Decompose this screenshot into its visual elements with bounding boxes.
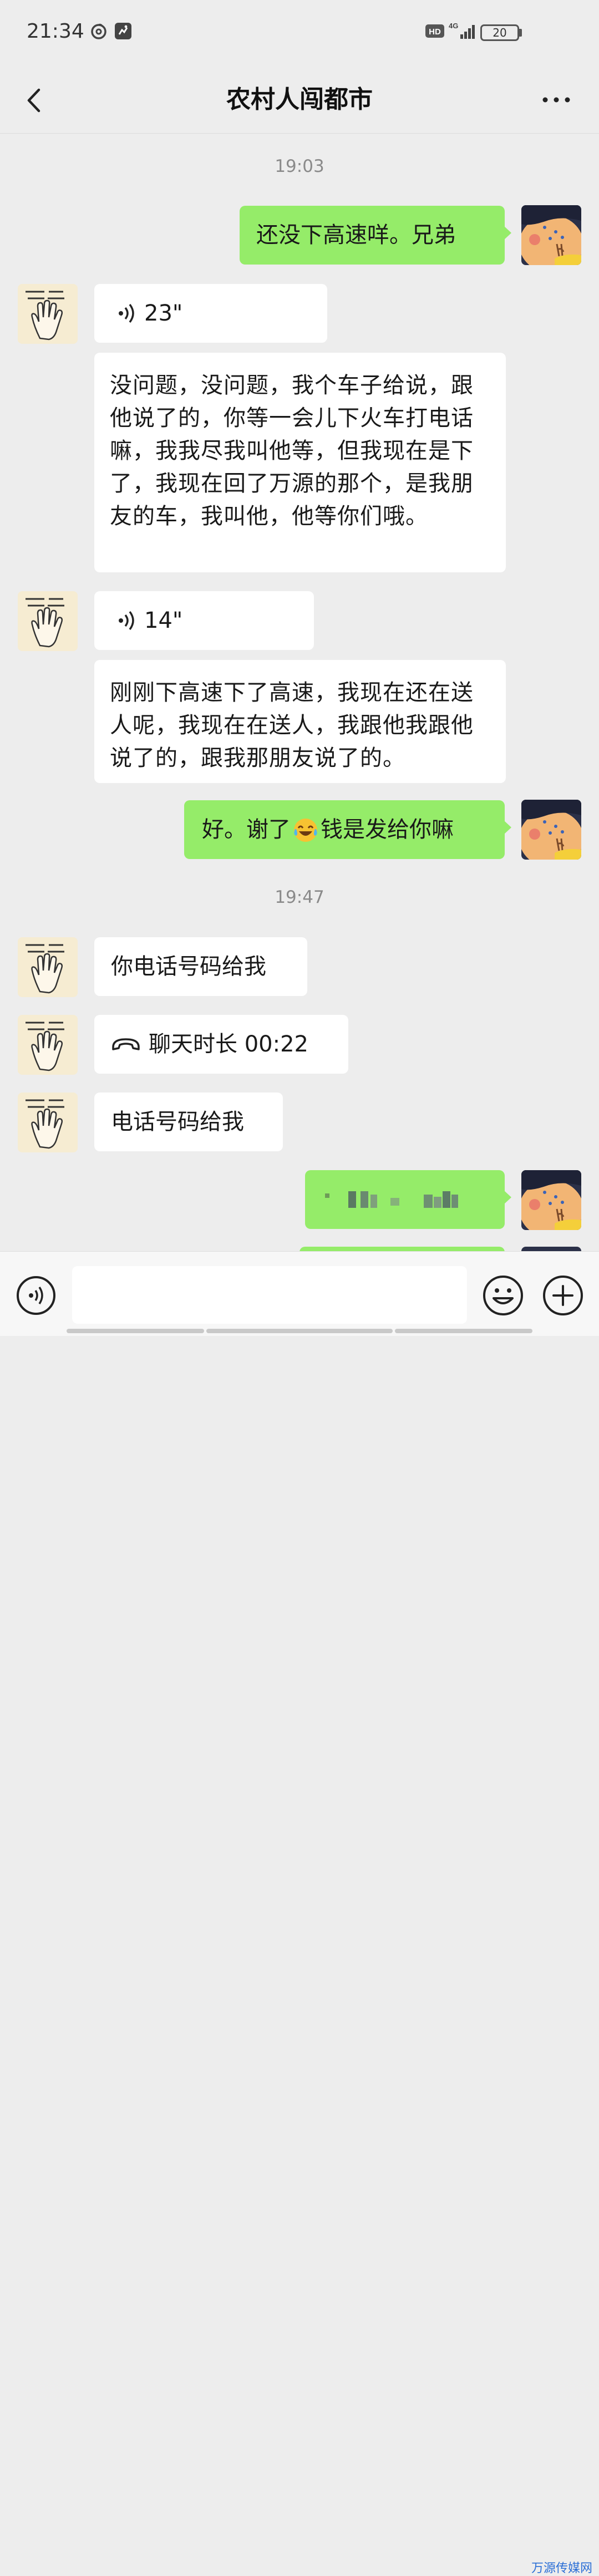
voice-transcript-bubble[interactable]: 刚刚下高速下了高速，我现在还在送人呢，我现在在送人，我跟他我跟他说了的，跟我那朋… bbox=[94, 660, 506, 783]
chat-timestamp: 19:03 bbox=[275, 156, 324, 176]
received-message-bubble[interactable]: 电话号码给我 bbox=[94, 1093, 283, 1151]
chat-title: 农村人闯都市 bbox=[226, 85, 373, 114]
friend-avatar[interactable] bbox=[18, 937, 78, 997]
sent-message-bubble[interactable]: 好。谢了 钱是发给你嘛 bbox=[184, 800, 511, 859]
call-duration-text: 聊天时长 00:22 bbox=[149, 1031, 308, 1057]
call-record-bubble[interactable]: 聊天时长 00:22 bbox=[94, 1015, 348, 1074]
battery-nub bbox=[519, 29, 522, 37]
laugh-cry-emoji-icon bbox=[294, 819, 317, 842]
svg-text:HD: HD bbox=[429, 27, 441, 37]
sport-app-icon bbox=[115, 23, 131, 39]
my-avatar[interactable] bbox=[521, 800, 581, 860]
voice-icon[interactable] bbox=[16, 1275, 57, 1316]
home-indicator bbox=[206, 1329, 393, 1333]
voice-transcript-bubble[interactable]: 没问题，没问题，我个车子给说，跟他说了的，你等一会儿下火车打电话嘛，我我尽我叫他… bbox=[94, 353, 506, 572]
home-indicator bbox=[395, 1329, 532, 1333]
message-input[interactable] bbox=[72, 1266, 467, 1324]
status-time: 21:34 bbox=[27, 20, 84, 43]
phone-hangup-icon bbox=[112, 1038, 140, 1050]
chat-input-bar: 万源传媒网 bbox=[0, 1251, 599, 2575]
friend-avatar[interactable] bbox=[18, 1015, 78, 1075]
my-avatar[interactable] bbox=[521, 205, 581, 265]
watermark: 万源传媒网 bbox=[531, 2562, 593, 2575]
friend-avatar[interactable] bbox=[18, 284, 78, 344]
home-indicator bbox=[67, 1329, 204, 1333]
voice-wave-icon bbox=[119, 611, 134, 631]
friend-avatar[interactable] bbox=[18, 591, 78, 651]
pixelated-text bbox=[325, 1191, 458, 1208]
voice-message-bubble[interactable]: 14" bbox=[94, 591, 314, 650]
plus-icon[interactable] bbox=[541, 1274, 585, 1317]
voice-wave-icon bbox=[119, 303, 134, 323]
more-dots-icon[interactable] bbox=[537, 83, 576, 116]
my-avatar[interactable] bbox=[521, 1170, 581, 1230]
battery-indicator: 20 bbox=[480, 24, 519, 41]
netease-music-icon bbox=[91, 23, 106, 39]
svg-text:4G: 4G bbox=[449, 22, 458, 30]
signal-4g-icon: 4G bbox=[449, 22, 475, 39]
sent-message-bubble[interactable]: 还没下高速咩。兄弟 bbox=[240, 206, 511, 265]
chat-timestamp: 19:47 bbox=[275, 887, 324, 907]
received-message-bubble[interactable]: 你电话号码给我 bbox=[94, 937, 307, 996]
status-bar: 21:34 HD 4G 20 bbox=[0, 0, 599, 67]
voice-duration: 14" bbox=[144, 607, 183, 633]
emoji-icon[interactable] bbox=[481, 1274, 525, 1317]
voice-duration: 23" bbox=[144, 300, 183, 326]
friend-avatar[interactable] bbox=[18, 1093, 78, 1152]
chat-header: 农村人闯都市 bbox=[0, 67, 599, 134]
voice-message-bubble[interactable]: 23" bbox=[94, 284, 327, 343]
chevron-left-icon[interactable] bbox=[16, 81, 54, 120]
sent-message-bubble-blurred[interactable] bbox=[305, 1170, 511, 1229]
hd-icon: HD bbox=[425, 24, 444, 38]
